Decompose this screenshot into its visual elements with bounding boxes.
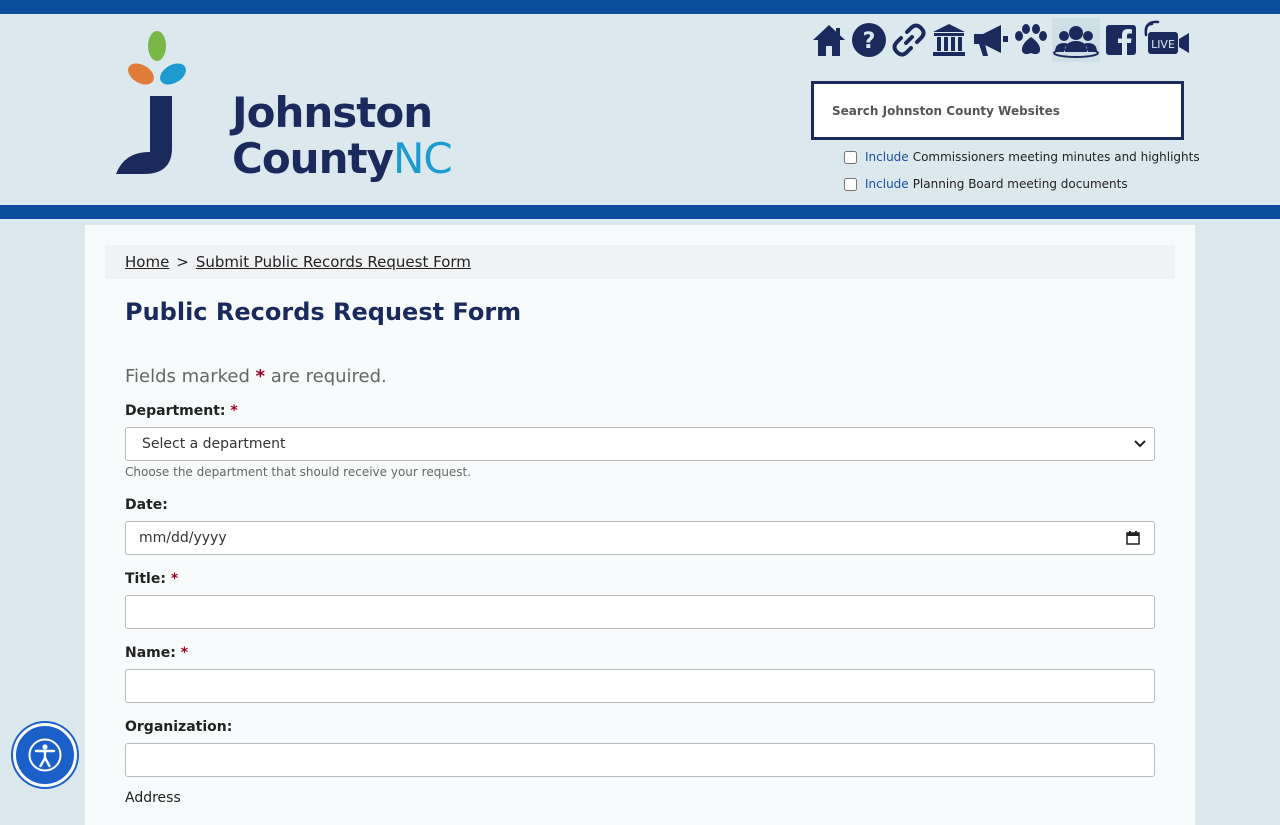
include-prefix: Include bbox=[865, 177, 909, 191]
include-planning-option[interactable]: Include Planning Board meeting documents bbox=[844, 177, 1128, 191]
svg-text:?: ? bbox=[863, 29, 876, 54]
department-help-text: Choose the department that should receiv… bbox=[125, 465, 472, 479]
title-label: Title: * bbox=[125, 571, 178, 587]
group-icon[interactable] bbox=[1052, 18, 1100, 62]
title-input[interactable] bbox=[125, 595, 1155, 629]
department-label-text: Department: bbox=[125, 403, 226, 419]
live-label: LIVE bbox=[1151, 38, 1175, 51]
breadcrumb-separator: > bbox=[176, 253, 189, 271]
courthouse-icon[interactable] bbox=[930, 18, 968, 62]
home-icon[interactable] bbox=[810, 18, 848, 62]
calendar-icon[interactable] bbox=[1126, 531, 1140, 545]
name-label: Name: * bbox=[125, 645, 188, 661]
megaphone-icon[interactable] bbox=[970, 18, 1010, 62]
required-star: * bbox=[255, 366, 266, 387]
department-select[interactable]: Select a department bbox=[125, 427, 1155, 461]
breadcrumb: Home > Submit Public Records Request For… bbox=[105, 245, 1175, 279]
organization-input[interactable] bbox=[125, 743, 1155, 777]
chevron-down-icon bbox=[1134, 440, 1146, 448]
date-field[interactable]: mm/dd/yyyy bbox=[125, 521, 1155, 555]
include-prefix: Include bbox=[865, 150, 909, 164]
title-label-text: Title: bbox=[125, 571, 166, 587]
breadcrumb-current-link[interactable]: Submit Public Records Request Form bbox=[196, 253, 471, 271]
live-video-icon[interactable]: LIVE bbox=[1142, 18, 1192, 62]
department-select-value: Select a department bbox=[142, 436, 286, 452]
organization-label: Organization: bbox=[125, 719, 233, 735]
required-star: * bbox=[180, 645, 189, 661]
name-label-text: Name: bbox=[125, 645, 176, 661]
logo-mark-icon bbox=[116, 31, 186, 174]
help-icon[interactable]: ? bbox=[850, 18, 888, 62]
link-icon[interactable] bbox=[890, 18, 928, 62]
include-planning-label: Planning Board meeting documents bbox=[912, 177, 1128, 191]
required-note-text: Fields marked bbox=[125, 366, 250, 387]
breadcrumb-home-link[interactable]: Home bbox=[125, 253, 169, 271]
quick-links-icons: ? LIVE bbox=[810, 18, 1194, 62]
include-commissioners-label: Commissioners meeting minutes and highli… bbox=[912, 150, 1200, 164]
header-accent-bar bbox=[0, 205, 1280, 219]
include-commissioners-option[interactable]: Include Commissioners meeting minutes an… bbox=[844, 150, 1200, 164]
required-star: * bbox=[170, 571, 179, 587]
department-label: Department: * bbox=[125, 403, 238, 419]
date-label: Date: bbox=[125, 497, 168, 513]
site-search bbox=[811, 81, 1184, 140]
required-star: * bbox=[230, 403, 238, 419]
page-title: Public Records Request Form bbox=[125, 298, 522, 326]
include-planning-checkbox[interactable] bbox=[844, 177, 857, 191]
logo-text-county: County bbox=[232, 134, 394, 183]
name-input[interactable] bbox=[125, 669, 1155, 703]
required-note-text-end: are required. bbox=[270, 366, 387, 387]
logo-text-line1: Johnston bbox=[232, 88, 433, 137]
accessibility-button[interactable] bbox=[13, 723, 77, 787]
required-fields-note: Fields marked * are required. bbox=[125, 366, 387, 387]
county-logo[interactable]: Johnston CountyNC bbox=[110, 28, 470, 188]
accessibility-icon bbox=[28, 738, 62, 772]
logo-text-nc: NC bbox=[392, 134, 453, 183]
paw-icon[interactable] bbox=[1012, 18, 1050, 62]
search-input[interactable] bbox=[814, 84, 1172, 137]
date-placeholder: mm/dd/yyyy bbox=[139, 530, 227, 546]
top-accent-bar bbox=[0, 0, 1280, 14]
facebook-icon[interactable] bbox=[1102, 18, 1140, 62]
address-label: Address bbox=[125, 790, 181, 806]
include-commissioners-checkbox[interactable] bbox=[844, 150, 857, 164]
